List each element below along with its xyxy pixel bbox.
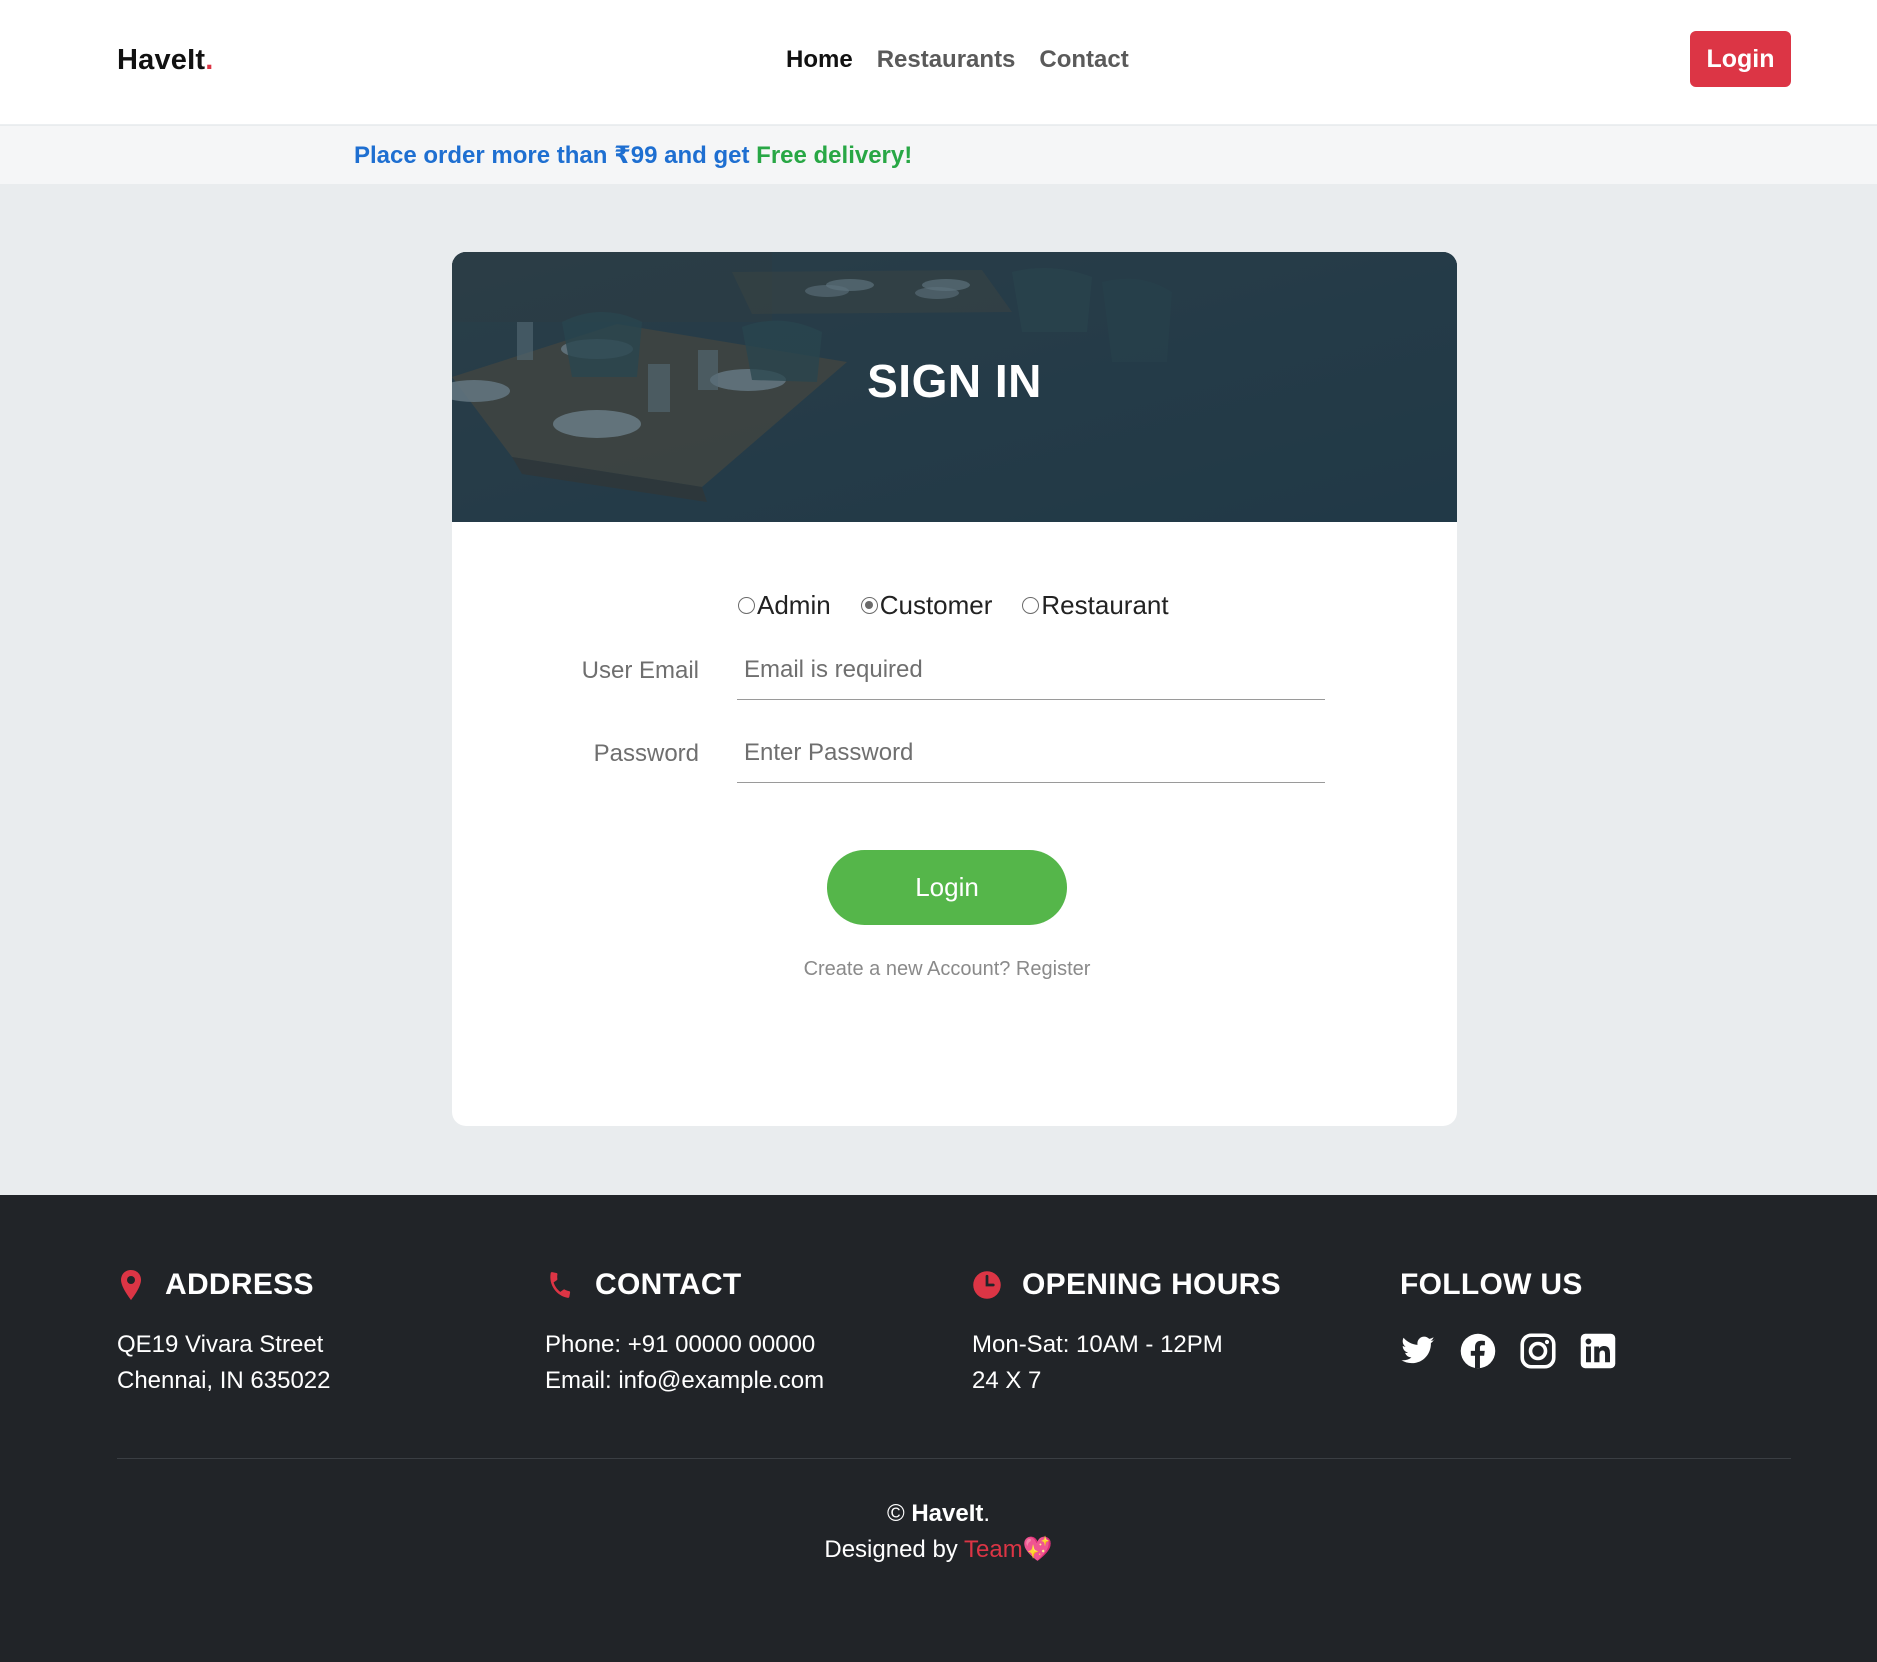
follow-title: FOLLOW US <box>1400 1268 1583 1301</box>
footer: ADDRESS QE19 Vivara Street Chennai, IN 6… <box>0 1195 1877 1662</box>
role-selector: Admin Customer Restaurant <box>738 590 1169 621</box>
linkedin-icon[interactable] <box>1580 1333 1616 1369</box>
register-link[interactable]: Create a new Account? Register <box>452 958 1457 981</box>
contact-email[interactable]: Email: info@example.com <box>545 1363 824 1399</box>
designed-by: Designed by Team💖 <box>0 1535 1877 1564</box>
hours-line-1: Mon-Sat: 10AM - 12PM <box>972 1331 1223 1358</box>
password-label: Password <box>593 740 699 767</box>
hours-title: OPENING HOURS <box>1022 1268 1281 1301</box>
signin-title: SIGN IN <box>867 355 1042 407</box>
footer-address: ADDRESS QE19 Vivara Street Chennai, IN 6… <box>117 1265 331 1399</box>
promo-highlight: Free delivery <box>756 142 905 169</box>
facebook-icon[interactable] <box>1460 1333 1496 1369</box>
radio-customer[interactable] <box>860 597 878 614</box>
team-link[interactable]: Team <box>964 1536 1023 1563</box>
copyright-brand: HaveIt <box>911 1500 984 1527</box>
email-label: User Email <box>581 657 699 684</box>
password-input[interactable] <box>737 723 1325 783</box>
designed-by-text: Designed by <box>824 1536 965 1563</box>
map-pin-icon <box>121 1270 141 1300</box>
nav-link-contact[interactable]: Contact <box>1039 46 1128 74</box>
contact-phone: Phone: +91 00000 00000 <box>545 1331 816 1358</box>
role-label-restaurant: Restaurant <box>1041 590 1169 620</box>
nav-links: Home Restaurants Contact <box>786 46 1129 74</box>
email-input[interactable] <box>737 640 1325 700</box>
footer-hours: OPENING HOURS Mon-Sat: 10AM - 12PM 24 X … <box>972 1265 1281 1399</box>
navbar: HaveIt. Home Restaurants Contact Login <box>0 0 1877 125</box>
signin-header: SIGN IN <box>452 252 1457 522</box>
hours-line-2: 24 X 7 <box>972 1367 1042 1394</box>
promo-text: Place order more than ₹99 and get Free d… <box>354 141 912 170</box>
promo-text-end: ! <box>904 142 913 169</box>
address-line-2: Chennai, IN 635022 <box>117 1367 331 1394</box>
radio-restaurant[interactable] <box>1022 597 1040 614</box>
brand-name: HaveIt <box>117 44 206 76</box>
copyright-symbol: © <box>886 1500 905 1527</box>
twitter-icon[interactable] <box>1400 1333 1436 1369</box>
copyright: © HaveIt. <box>0 1500 1877 1528</box>
role-option-admin[interactable]: Admin <box>738 590 831 621</box>
contact-title: CONTACT <box>595 1268 742 1301</box>
radio-admin[interactable] <box>738 597 755 614</box>
nav-link-restaurants[interactable]: Restaurants <box>877 46 1016 74</box>
copyright-dot: . <box>983 1500 991 1527</box>
brand-logo[interactable]: HaveIt. <box>117 44 214 77</box>
heart-emoji: 💖 <box>1022 1536 1053 1563</box>
role-label-admin: Admin <box>757 590 831 620</box>
role-option-customer[interactable]: Customer <box>860 590 993 621</box>
social-links <box>1400 1333 1616 1369</box>
nav-link-home[interactable]: Home <box>786 46 853 74</box>
footer-follow: FOLLOW US <box>1400 1265 1616 1369</box>
footer-divider <box>117 1458 1791 1459</box>
promo-text-start: Place order more than ₹99 and get <box>354 142 757 169</box>
clock-icon <box>973 1271 1001 1299</box>
brand-dot: . <box>205 44 214 76</box>
login-button[interactable]: Login <box>827 850 1067 925</box>
promo-bar: Place order more than ₹99 and get Free d… <box>0 126 1877 184</box>
nav-login-button[interactable]: Login <box>1690 31 1791 87</box>
instagram-icon[interactable] <box>1520 1333 1556 1369</box>
role-option-restaurant[interactable]: Restaurant <box>1022 590 1169 621</box>
address-line-1: QE19 Vivara Street <box>117 1331 324 1358</box>
signin-card: SIGN IN Admin Customer Restaurant User E… <box>452 252 1457 1126</box>
footer-contact: CONTACT Phone: +91 00000 00000 Email: in… <box>545 1265 824 1399</box>
role-label-customer: Customer <box>879 590 993 620</box>
phone-icon <box>550 1272 571 1298</box>
address-title: ADDRESS <box>165 1268 314 1301</box>
